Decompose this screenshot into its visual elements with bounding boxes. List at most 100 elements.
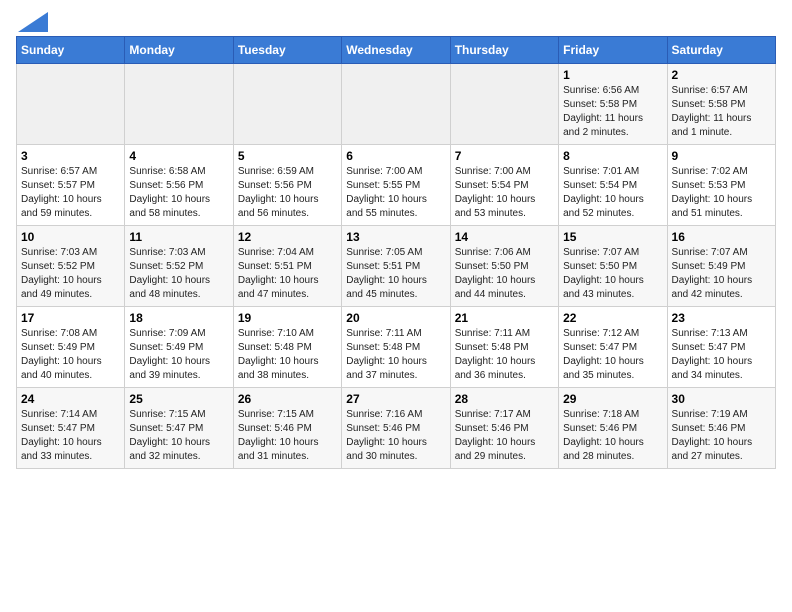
weekday-header: Saturday	[667, 37, 775, 64]
day-info: Sunrise: 7:09 AM Sunset: 5:49 PM Dayligh…	[129, 327, 228, 383]
day-info: Sunrise: 7:08 AM Sunset: 5:49 PM Dayligh…	[21, 327, 120, 383]
day-number: 23	[672, 311, 771, 325]
calendar-cell: 1 Sunrise: 6:56 AM Sunset: 5:58 PM Daylig…	[559, 64, 667, 145]
day-number: 8	[563, 149, 662, 163]
calendar-cell: 13 Sunrise: 7:05 AM Sunset: 5:51 PM Dayli…	[342, 226, 450, 307]
day-info: Sunrise: 7:02 AM Sunset: 5:53 PM Dayligh…	[672, 165, 771, 221]
calendar-cell: 5 Sunrise: 6:59 AM Sunset: 5:56 PM Daylig…	[233, 145, 341, 226]
calendar-cell	[450, 64, 558, 145]
day-number: 3	[21, 149, 120, 163]
weekday-header: Tuesday	[233, 37, 341, 64]
day-number: 13	[346, 230, 445, 244]
calendar-cell: 6 Sunrise: 7:00 AM Sunset: 5:55 PM Daylig…	[342, 145, 450, 226]
day-number: 24	[21, 392, 120, 406]
day-info: Sunrise: 7:05 AM Sunset: 5:51 PM Dayligh…	[346, 246, 445, 302]
day-number: 10	[21, 230, 120, 244]
day-info: Sunrise: 7:14 AM Sunset: 5:47 PM Dayligh…	[21, 408, 120, 464]
day-info: Sunrise: 7:11 AM Sunset: 5:48 PM Dayligh…	[346, 327, 445, 383]
day-info: Sunrise: 7:17 AM Sunset: 5:46 PM Dayligh…	[455, 408, 554, 464]
day-number: 22	[563, 311, 662, 325]
calendar-header: SundayMondayTuesdayWednesdayThursdayFrid…	[17, 37, 776, 64]
calendar-cell: 14Sunrise: 7:06 AM Sunset: 5:50 PM Dayli…	[450, 226, 558, 307]
day-number: 26	[238, 392, 337, 406]
day-info: Sunrise: 6:59 AM Sunset: 5:56 PM Dayligh…	[238, 165, 337, 221]
calendar-cell	[125, 64, 233, 145]
day-number: 2	[672, 68, 771, 82]
calendar-cell: 28 Sunrise: 7:17 AM Sunset: 5:46 PM Dayli…	[450, 388, 558, 469]
calendar-cell	[17, 64, 125, 145]
day-number: 1	[563, 68, 662, 82]
day-info: Sunrise: 7:15 AM Sunset: 5:46 PM Dayligh…	[238, 408, 337, 464]
day-number: 27	[346, 392, 445, 406]
weekday-header: Thursday	[450, 37, 558, 64]
day-number: 19	[238, 311, 337, 325]
calendar-cell	[233, 64, 341, 145]
day-info: Sunrise: 6:56 AM Sunset: 5:58 PM Dayligh…	[563, 84, 662, 140]
day-number: 6	[346, 149, 445, 163]
day-number: 9	[672, 149, 771, 163]
day-info: Sunrise: 7:18 AM Sunset: 5:46 PM Dayligh…	[563, 408, 662, 464]
calendar-cell: 29 Sunrise: 7:18 AM Sunset: 5:46 PM Dayli…	[559, 388, 667, 469]
day-info: Sunrise: 7:00 AM Sunset: 5:55 PM Dayligh…	[346, 165, 445, 221]
day-info: Sunrise: 7:07 AM Sunset: 5:50 PM Dayligh…	[563, 246, 662, 302]
calendar-cell: 18 Sunrise: 7:09 AM Sunset: 5:49 PM Dayli…	[125, 307, 233, 388]
day-number: 15	[563, 230, 662, 244]
day-info: Sunrise: 7:16 AM Sunset: 5:46 PM Dayligh…	[346, 408, 445, 464]
day-number: 25	[129, 392, 228, 406]
calendar-cell: 17 Sunrise: 7:08 AM Sunset: 5:49 PM Dayli…	[17, 307, 125, 388]
day-info: Sunrise: 7:10 AM Sunset: 5:48 PM Dayligh…	[238, 327, 337, 383]
weekday-header: Friday	[559, 37, 667, 64]
day-info: Sunrise: 7:04 AM Sunset: 5:51 PM Dayligh…	[238, 246, 337, 302]
day-number: 20	[346, 311, 445, 325]
calendar-cell: 12 Sunrise: 7:04 AM Sunset: 5:51 PM Dayli…	[233, 226, 341, 307]
day-info: Sunrise: 7:11 AM Sunset: 5:48 PM Dayligh…	[455, 327, 554, 383]
page-header	[16, 16, 776, 26]
day-number: 12	[238, 230, 337, 244]
day-number: 17	[21, 311, 120, 325]
day-number: 14	[455, 230, 554, 244]
calendar-cell: 30Sunrise: 7:19 AM Sunset: 5:46 PM Dayli…	[667, 388, 775, 469]
day-number: 11	[129, 230, 228, 244]
day-number: 30	[672, 392, 771, 406]
weekday-header: Sunday	[17, 37, 125, 64]
day-info: Sunrise: 7:00 AM Sunset: 5:54 PM Dayligh…	[455, 165, 554, 221]
logo	[16, 16, 48, 26]
calendar-cell: 20 Sunrise: 7:11 AM Sunset: 5:48 PM Dayli…	[342, 307, 450, 388]
day-info: Sunrise: 7:03 AM Sunset: 5:52 PM Dayligh…	[21, 246, 120, 302]
day-info: Sunrise: 7:15 AM Sunset: 5:47 PM Dayligh…	[129, 408, 228, 464]
day-number: 16	[672, 230, 771, 244]
calendar-cell: 16 Sunrise: 7:07 AM Sunset: 5:49 PM Dayli…	[667, 226, 775, 307]
day-info: Sunrise: 6:57 AM Sunset: 5:57 PM Dayligh…	[21, 165, 120, 221]
weekday-header: Wednesday	[342, 37, 450, 64]
day-info: Sunrise: 7:07 AM Sunset: 5:49 PM Dayligh…	[672, 246, 771, 302]
day-number: 29	[563, 392, 662, 406]
logo-icon	[18, 12, 48, 32]
day-info: Sunrise: 6:58 AM Sunset: 5:56 PM Dayligh…	[129, 165, 228, 221]
day-number: 4	[129, 149, 228, 163]
calendar-cell: 3 Sunrise: 6:57 AM Sunset: 5:57 PM Daylig…	[17, 145, 125, 226]
calendar-cell: 19 Sunrise: 7:10 AM Sunset: 5:48 PM Dayli…	[233, 307, 341, 388]
weekday-header: Monday	[125, 37, 233, 64]
calendar-cell: 26 Sunrise: 7:15 AM Sunset: 5:46 PM Dayli…	[233, 388, 341, 469]
day-number: 28	[455, 392, 554, 406]
day-info: Sunrise: 6:57 AM Sunset: 5:58 PM Dayligh…	[672, 84, 771, 140]
calendar-cell: 25 Sunrise: 7:15 AM Sunset: 5:47 PM Dayli…	[125, 388, 233, 469]
day-number: 18	[129, 311, 228, 325]
calendar-cell: 8 Sunrise: 7:01 AM Sunset: 5:54 PM Daylig…	[559, 145, 667, 226]
day-number: 5	[238, 149, 337, 163]
calendar-cell: 21Sunrise: 7:11 AM Sunset: 5:48 PM Dayli…	[450, 307, 558, 388]
calendar-cell: 23 Sunrise: 7:13 AM Sunset: 5:47 PM Dayli…	[667, 307, 775, 388]
calendar-cell: 11Sunrise: 7:03 AM Sunset: 5:52 PM Dayli…	[125, 226, 233, 307]
day-info: Sunrise: 7:01 AM Sunset: 5:54 PM Dayligh…	[563, 165, 662, 221]
calendar-cell: 27 Sunrise: 7:16 AM Sunset: 5:46 PM Dayli…	[342, 388, 450, 469]
calendar-cell: 22Sunrise: 7:12 AM Sunset: 5:47 PM Dayli…	[559, 307, 667, 388]
calendar-cell: 9 Sunrise: 7:02 AM Sunset: 5:53 PM Daylig…	[667, 145, 775, 226]
calendar-cell: 7Sunrise: 7:00 AM Sunset: 5:54 PM Daylig…	[450, 145, 558, 226]
calendar-cell: 24 Sunrise: 7:14 AM Sunset: 5:47 PM Dayli…	[17, 388, 125, 469]
day-info: Sunrise: 7:13 AM Sunset: 5:47 PM Dayligh…	[672, 327, 771, 383]
calendar-table: SundayMondayTuesdayWednesdayThursdayFrid…	[16, 36, 776, 469]
calendar-cell	[342, 64, 450, 145]
calendar-cell: 15 Sunrise: 7:07 AM Sunset: 5:50 PM Dayli…	[559, 226, 667, 307]
calendar-cell: 2 Sunrise: 6:57 AM Sunset: 5:58 PM Daylig…	[667, 64, 775, 145]
calendar-cell: 4 Sunrise: 6:58 AM Sunset: 5:56 PM Daylig…	[125, 145, 233, 226]
